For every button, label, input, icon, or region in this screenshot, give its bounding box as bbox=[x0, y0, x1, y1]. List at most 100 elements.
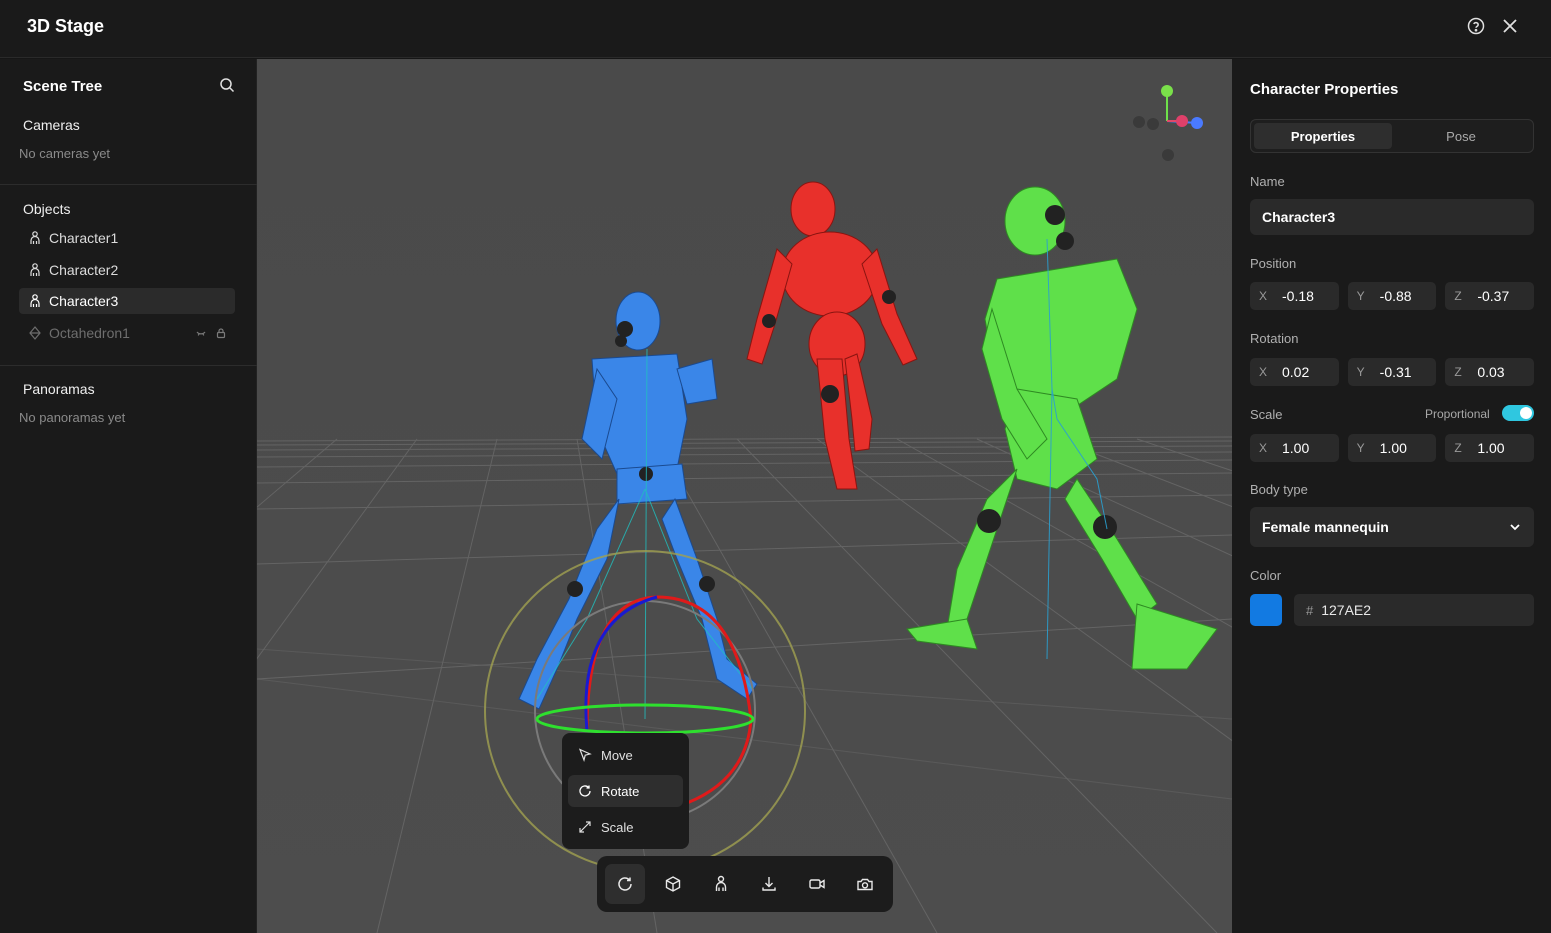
value: 0.03 bbox=[1477, 364, 1505, 380]
tab-pose[interactable]: Pose bbox=[1392, 123, 1530, 149]
object-item-character2[interactable]: Character2 bbox=[19, 257, 235, 283]
scale-label: Scale bbox=[601, 819, 634, 835]
move-label: Move bbox=[601, 747, 633, 763]
panoramas-empty-text: No panoramas yet bbox=[19, 410, 126, 425]
scene-canvas[interactable] bbox=[257, 59, 1232, 933]
title-bar: 3D Stage bbox=[0, 0, 1551, 58]
color-hex-field[interactable]: # 127AE2 bbox=[1294, 594, 1534, 626]
value: -0.31 bbox=[1379, 364, 1412, 380]
scale-label: Scale bbox=[1250, 407, 1283, 422]
position-y-field[interactable]: Y -0.88 bbox=[1347, 282, 1437, 310]
add-character-button[interactable] bbox=[701, 864, 741, 904]
objects-section-title: Objects bbox=[23, 201, 71, 217]
axis-label: Y bbox=[1356, 441, 1365, 455]
move-mode-button[interactable]: Move bbox=[568, 739, 683, 771]
rotation-z-field[interactable]: Z 0.03 bbox=[1445, 358, 1535, 386]
screenshot-button[interactable] bbox=[845, 864, 885, 904]
color-hex-value: 127AE2 bbox=[1321, 602, 1372, 618]
hash-icon: # bbox=[1306, 602, 1314, 618]
name-label: Name bbox=[1250, 174, 1285, 189]
rotation-fields: X 0.02 Y -0.31 Z 0.03 bbox=[1250, 358, 1535, 386]
person-icon bbox=[29, 231, 41, 245]
rotation-x-field[interactable]: X 0.02 bbox=[1250, 358, 1339, 386]
3d-viewport[interactable]: Move Rotate Scale bbox=[257, 59, 1232, 933]
scale-fields: X 1.00 Y 1.00 Z 1.00 bbox=[1250, 434, 1535, 462]
value: -0.18 bbox=[1282, 288, 1314, 304]
object-label: Character3 bbox=[49, 293, 119, 309]
person-icon bbox=[29, 263, 41, 277]
axis-label: X bbox=[1259, 441, 1268, 455]
octahedron-icon bbox=[29, 326, 41, 340]
scale-icon bbox=[579, 821, 591, 833]
value: 1.00 bbox=[1477, 440, 1505, 456]
value: -0.88 bbox=[1379, 288, 1412, 304]
cursor-icon bbox=[578, 748, 592, 762]
axis-label: Z bbox=[1454, 365, 1462, 379]
video-camera-icon bbox=[809, 879, 825, 889]
search-icon[interactable] bbox=[219, 77, 235, 93]
axis-label: X bbox=[1259, 289, 1268, 303]
color-swatch[interactable] bbox=[1250, 594, 1282, 626]
scale-x-field[interactable]: X 1.00 bbox=[1250, 434, 1339, 462]
download-icon bbox=[762, 877, 776, 891]
position-x-field[interactable]: X -0.18 bbox=[1250, 282, 1339, 310]
object-label: Character2 bbox=[49, 262, 119, 278]
object-label: Octahedron1 bbox=[49, 325, 130, 341]
object-item-octahedron1[interactable]: Octahedron1 bbox=[19, 320, 235, 346]
color-label: Color bbox=[1250, 568, 1282, 583]
chevron-down-icon bbox=[1510, 524, 1520, 531]
object-item-character3[interactable]: Character3 bbox=[19, 288, 235, 314]
person-icon bbox=[29, 294, 41, 308]
object-label: Character1 bbox=[49, 230, 119, 246]
scale-y-field[interactable]: Y 1.00 bbox=[1347, 434, 1437, 462]
position-fields: X -0.18 Y -0.88 Z -0.37 bbox=[1250, 282, 1535, 310]
import-button[interactable] bbox=[749, 864, 789, 904]
rotate-icon bbox=[579, 785, 591, 797]
tab-properties[interactable]: Properties bbox=[1254, 123, 1392, 149]
toggle-knob bbox=[1520, 407, 1532, 419]
body-type-select[interactable]: Female mannequin bbox=[1250, 507, 1534, 547]
transform-mode-menu: Move Rotate Scale bbox=[562, 733, 689, 849]
rotate-tool-button[interactable] bbox=[605, 864, 645, 904]
object-item-character1[interactable]: Character1 bbox=[19, 225, 235, 251]
position-z-field[interactable]: Z -0.37 bbox=[1445, 282, 1535, 310]
scale-mode-button[interactable]: Scale bbox=[568, 811, 683, 843]
close-icon[interactable] bbox=[1501, 17, 1519, 35]
rotate-mode-button[interactable]: Rotate bbox=[568, 775, 683, 807]
value: 0.02 bbox=[1282, 364, 1310, 380]
rotation-label: Rotation bbox=[1250, 331, 1299, 346]
properties-tabs: Properties Pose bbox=[1250, 119, 1534, 153]
value: 1.00 bbox=[1282, 440, 1310, 456]
add-object-button[interactable] bbox=[653, 864, 693, 904]
proportional-toggle[interactable] bbox=[1502, 405, 1534, 421]
scale-z-field[interactable]: Z 1.00 bbox=[1445, 434, 1535, 462]
body-type-value: Female mannequin bbox=[1262, 519, 1389, 535]
cameras-section-title: Cameras bbox=[23, 117, 80, 133]
axis-label: Y bbox=[1356, 289, 1365, 303]
axis-label: Y bbox=[1356, 365, 1365, 379]
add-camera-button[interactable] bbox=[797, 864, 837, 904]
eye-closed-icon[interactable] bbox=[195, 326, 207, 338]
name-field[interactable]: Character3 bbox=[1250, 199, 1534, 235]
divider bbox=[0, 365, 257, 366]
proportional-label: Proportional bbox=[1425, 407, 1490, 421]
panoramas-section-title: Panoramas bbox=[23, 381, 95, 397]
character-properties-panel: Character Properties Properties Pose Nam… bbox=[1232, 59, 1551, 933]
help-icon[interactable] bbox=[1467, 17, 1485, 35]
axis-label: Z bbox=[1454, 289, 1462, 303]
rotate-icon bbox=[618, 877, 632, 891]
scene-tree-title: Scene Tree bbox=[23, 78, 103, 95]
rotate-label: Rotate bbox=[601, 783, 640, 799]
value: 1.00 bbox=[1379, 440, 1407, 456]
viewport-toolbar bbox=[597, 856, 893, 912]
rotation-y-field[interactable]: Y -0.31 bbox=[1347, 358, 1437, 386]
axis-label: Z bbox=[1454, 441, 1462, 455]
person-icon bbox=[715, 875, 727, 891]
value: -0.37 bbox=[1477, 288, 1510, 304]
camera-icon bbox=[857, 878, 873, 891]
lock-icon[interactable] bbox=[215, 326, 227, 339]
app-title: 3D Stage bbox=[27, 16, 105, 36]
divider bbox=[0, 184, 257, 185]
cube-icon bbox=[665, 876, 681, 892]
position-label: Position bbox=[1250, 256, 1297, 271]
